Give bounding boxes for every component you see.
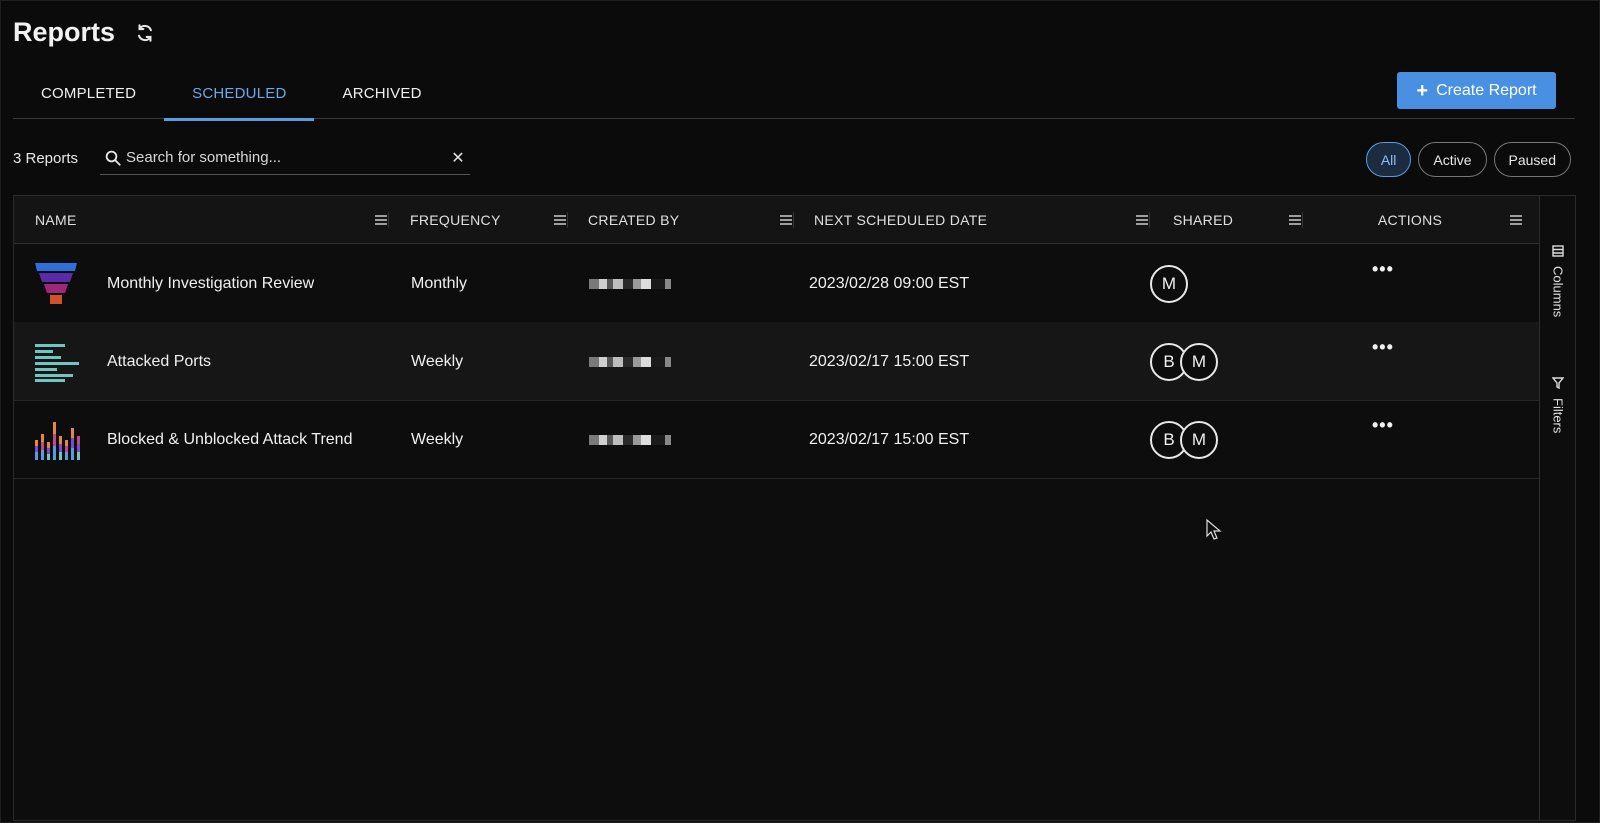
column-header-created-by[interactable]: CREATED BY	[588, 196, 794, 244]
filter-paused[interactable]: Paused	[1493, 142, 1571, 177]
column-menu-icon[interactable]	[1287, 212, 1303, 228]
report-frequency: Monthly	[411, 274, 468, 292]
reports-table: NAME FREQUENCY CREATED BY NEXT SCHEDULED…	[13, 195, 1576, 821]
create-report-button[interactable]: + Create Report	[1397, 72, 1556, 109]
refresh-icon[interactable]	[133, 21, 157, 45]
reports-page: Reports COMPLETED SCHEDULED ARCHIVED + C…	[0, 0, 1600, 823]
column-menu-icon[interactable]	[1134, 212, 1150, 228]
horizontal-bar-chart-icon	[34, 322, 84, 401]
avatar[interactable]: M	[1180, 342, 1218, 381]
redacted-creator	[589, 322, 671, 401]
column-menu-icon[interactable]	[552, 212, 568, 228]
next-scheduled-date: 2023/02/17 15:00 EST	[809, 430, 970, 448]
column-header-name[interactable]: NAME	[35, 196, 389, 244]
filter-all[interactable]: All	[1365, 142, 1412, 177]
header: Reports	[13, 17, 157, 48]
avatar[interactable]: M	[1150, 264, 1188, 303]
columns-label: Columns	[1550, 266, 1566, 318]
search-input[interactable]	[124, 148, 446, 167]
filters-label: Filters	[1550, 398, 1566, 434]
avatar[interactable]: M	[1180, 420, 1218, 459]
redacted-creator	[589, 400, 671, 479]
tab-archived[interactable]: ARCHIVED	[314, 79, 449, 119]
table-row[interactable]: Monthly Investigation Review Monthly 202…	[14, 244, 1539, 323]
page-title: Reports	[13, 17, 116, 47]
actions-menu-icon[interactable]: •••	[1372, 230, 1394, 309]
funnel-chart-icon	[34, 244, 84, 323]
report-frequency: Weekly	[411, 352, 464, 370]
create-report-label: Create Report	[1436, 81, 1537, 99]
column-header-frequency[interactable]: FREQUENCY	[410, 196, 568, 244]
shared-avatars: B M	[1150, 400, 1218, 479]
column-menu-icon[interactable]	[1508, 212, 1524, 228]
next-scheduled-date: 2023/02/28 09:00 EST	[809, 274, 970, 292]
filters-toggle[interactable]: Filters	[1544, 376, 1572, 433]
report-name[interactable]: Monthly Investigation Review	[107, 244, 314, 323]
report-name[interactable]: Blocked & Unblocked Attack Trend	[107, 400, 352, 479]
shared-avatars: M	[1150, 244, 1188, 323]
report-count: 3 Reports	[13, 150, 79, 167]
report-frequency: Weekly	[411, 430, 464, 448]
search-bar: ✕	[100, 141, 470, 175]
tab-completed[interactable]: COMPLETED	[13, 79, 164, 119]
report-tabs: COMPLETED SCHEDULED ARCHIVED	[13, 79, 1575, 121]
columns-toggle[interactable]: Columns	[1544, 244, 1572, 317]
columns-icon	[1552, 244, 1564, 262]
side-panel: Columns Filters	[1539, 196, 1575, 820]
column-menu-icon[interactable]	[778, 212, 794, 228]
search-icon	[102, 147, 124, 169]
table-row[interactable]: Attacked Ports Weekly 2023/02/17 15:00 E…	[14, 322, 1539, 401]
status-filters: All Active Paused	[1365, 142, 1571, 177]
next-scheduled-date: 2023/02/17 15:00 EST	[809, 352, 970, 370]
plus-icon: +	[1416, 79, 1429, 102]
mouse-cursor-icon	[1206, 518, 1222, 546]
actions-menu-icon[interactable]: •••	[1372, 308, 1394, 387]
shared-avatars: B M	[1150, 322, 1218, 401]
actions-menu-icon[interactable]: •••	[1372, 386, 1394, 465]
tab-scheduled[interactable]: SCHEDULED	[164, 79, 315, 121]
filter-active[interactable]: Active	[1418, 142, 1487, 177]
table-row[interactable]: Blocked & Unblocked Attack Trend Weekly …	[14, 400, 1539, 479]
stacked-bar-chart-icon	[34, 400, 84, 479]
column-menu-icon[interactable]	[373, 212, 389, 228]
column-header-next-date[interactable]: NEXT SCHEDULED DATE	[814, 196, 1150, 244]
redacted-creator	[589, 244, 671, 323]
column-header-shared[interactable]: SHARED	[1173, 196, 1303, 244]
table-header: NAME FREQUENCY CREATED BY NEXT SCHEDULED…	[14, 196, 1539, 244]
report-name[interactable]: Attacked Ports	[107, 322, 211, 401]
column-header-actions[interactable]: ACTIONS	[1312, 196, 1524, 244]
clear-search-icon[interactable]: ✕	[446, 148, 470, 168]
filter-icon	[1551, 376, 1565, 394]
